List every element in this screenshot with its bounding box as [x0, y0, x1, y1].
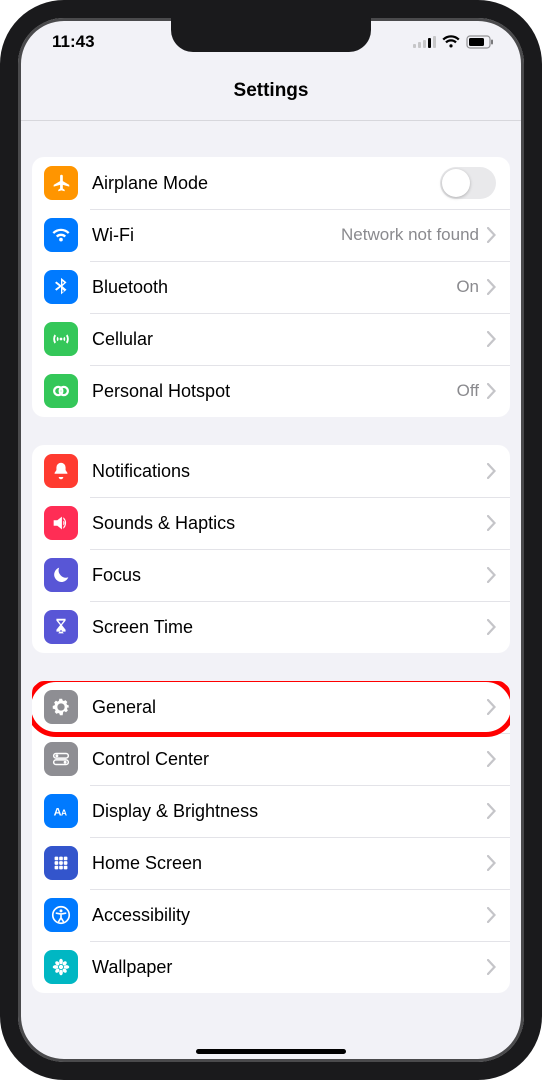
row-cellular[interactable]: Cellular [32, 313, 510, 365]
flower-icon [44, 950, 78, 984]
chevron-right-icon [487, 803, 496, 819]
row-personal-hotspot[interactable]: Personal Hotspot Off [32, 365, 510, 417]
settings-group-network: Airplane Mode Wi-Fi Network not found Bl… [32, 157, 510, 417]
status-time: 11:43 [52, 32, 95, 52]
row-focus[interactable]: Focus [32, 549, 510, 601]
chevron-right-icon [487, 463, 496, 479]
chevron-right-icon [487, 959, 496, 975]
airplane-mode-toggle[interactable] [440, 167, 496, 199]
wifi-icon [442, 35, 460, 49]
svg-text:A: A [61, 809, 67, 818]
page-title: Settings [18, 66, 524, 121]
battery-icon [466, 35, 494, 49]
cellular-icon [44, 322, 78, 356]
hotspot-label: Personal Hotspot [92, 381, 457, 402]
settings-group-system: General Control Center AA Display & Brig… [32, 681, 510, 993]
row-display-brightness[interactable]: AA Display & Brightness [32, 785, 510, 837]
bluetooth-icon [44, 270, 78, 304]
cellular-label: Cellular [92, 329, 487, 350]
home-screen-label: Home Screen [92, 853, 487, 874]
chevron-right-icon [487, 279, 496, 295]
switches-icon [44, 742, 78, 776]
chevron-right-icon [487, 331, 496, 347]
settings-group-attention: Notifications Sounds & Haptics Focus [32, 445, 510, 653]
accessibility-label: Accessibility [92, 905, 487, 926]
wifi-label: Wi-Fi [92, 225, 341, 246]
accessibility-icon [44, 898, 78, 932]
row-bluetooth[interactable]: Bluetooth On [32, 261, 510, 313]
airplane-mode-label: Airplane Mode [92, 173, 440, 194]
chevron-right-icon [487, 619, 496, 635]
speaker-icon [44, 506, 78, 540]
home-indicator[interactable] [196, 1049, 346, 1054]
chevron-right-icon [487, 699, 496, 715]
row-control-center[interactable]: Control Center [32, 733, 510, 785]
control-center-label: Control Center [92, 749, 487, 770]
bluetooth-detail: On [456, 277, 479, 297]
chevron-right-icon [487, 907, 496, 923]
sounds-label: Sounds & Haptics [92, 513, 487, 534]
screen-time-label: Screen Time [92, 617, 487, 638]
wallpaper-label: Wallpaper [92, 957, 487, 978]
grid-icon [44, 846, 78, 880]
moon-icon [44, 558, 78, 592]
airplane-icon [44, 166, 78, 200]
row-screen-time[interactable]: Screen Time [32, 601, 510, 653]
wifi-detail: Network not found [341, 225, 479, 245]
chevron-right-icon [487, 383, 496, 399]
notifications-label: Notifications [92, 461, 487, 482]
row-accessibility[interactable]: Accessibility [32, 889, 510, 941]
row-general[interactable]: General [32, 681, 510, 733]
cellular-signal-icon [413, 36, 436, 48]
chevron-right-icon [487, 567, 496, 583]
chevron-right-icon [487, 515, 496, 531]
chevron-right-icon [487, 227, 496, 243]
general-label: General [92, 697, 487, 718]
chevron-right-icon [487, 751, 496, 767]
hotspot-icon [44, 374, 78, 408]
hotspot-detail: Off [457, 381, 479, 401]
text-size-icon: AA [44, 794, 78, 828]
bluetooth-label: Bluetooth [92, 277, 456, 298]
row-airplane-mode[interactable]: Airplane Mode [32, 157, 510, 209]
row-wallpaper[interactable]: Wallpaper [32, 941, 510, 993]
row-sounds-haptics[interactable]: Sounds & Haptics [32, 497, 510, 549]
hourglass-icon [44, 610, 78, 644]
bell-icon [44, 454, 78, 488]
settings-content: Airplane Mode Wi-Fi Network not found Bl… [18, 157, 524, 1033]
wifi-settings-icon [44, 218, 78, 252]
row-home-screen[interactable]: Home Screen [32, 837, 510, 889]
gear-icon [44, 690, 78, 724]
row-wifi[interactable]: Wi-Fi Network not found [32, 209, 510, 261]
focus-label: Focus [92, 565, 487, 586]
display-label: Display & Brightness [92, 801, 487, 822]
row-notifications[interactable]: Notifications [32, 445, 510, 497]
chevron-right-icon [487, 855, 496, 871]
